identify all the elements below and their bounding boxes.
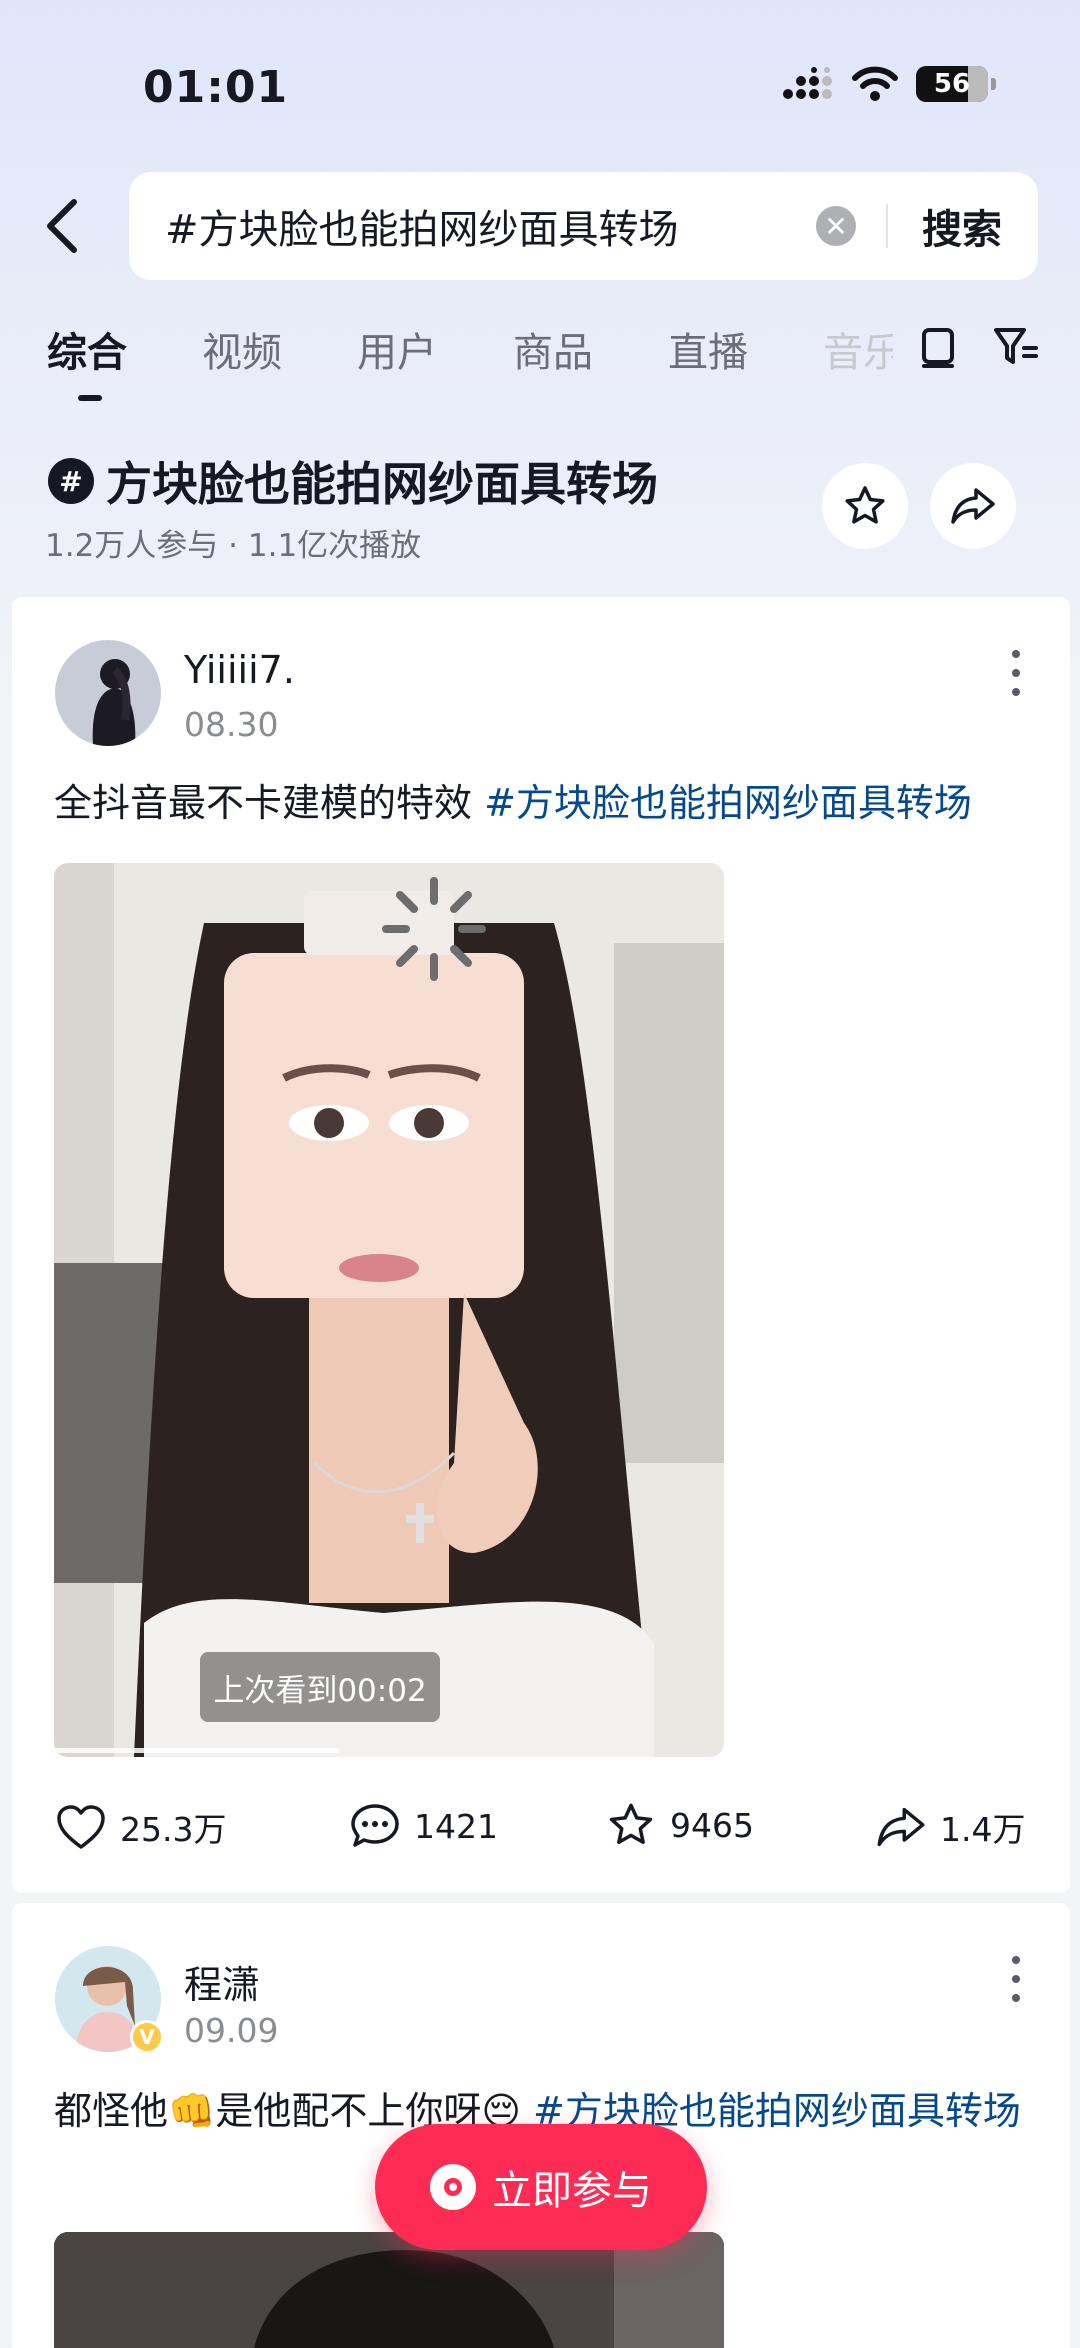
share-topic-button[interactable] bbox=[930, 463, 1016, 549]
status-time: 01:01 bbox=[143, 62, 289, 113]
post-username[interactable]: Yiiiii7. bbox=[184, 648, 295, 692]
signal-icon bbox=[783, 67, 832, 99]
tab-video[interactable]: 视频 bbox=[202, 320, 282, 378]
tab-music[interactable]: 音乐 bbox=[823, 320, 893, 378]
more-dots-icon bbox=[1012, 1956, 1020, 1964]
layout-icon bbox=[922, 328, 954, 368]
back-button[interactable] bbox=[36, 190, 88, 262]
share-button[interactable]: 1.4万 bbox=[876, 1803, 1025, 1851]
post-date: 08.30 bbox=[184, 705, 279, 744]
verified-badge-icon: V bbox=[130, 2020, 164, 2054]
more-dots-icon bbox=[1012, 650, 1020, 658]
active-tab-indicator bbox=[78, 395, 102, 401]
star-icon bbox=[845, 486, 885, 524]
close-icon: ✕ bbox=[824, 209, 848, 243]
topic-stats: 1.2万人参与 · 1.1亿次播放 bbox=[45, 528, 422, 564]
caption-hashtag[interactable]: #方块脸也能拍网纱面具转场 bbox=[484, 781, 972, 825]
resume-playback-badge: 上次看到00:02 bbox=[200, 1652, 440, 1722]
post-username[interactable]: 程潇 bbox=[184, 1954, 260, 2009]
tab-products[interactable]: 商品 bbox=[513, 320, 593, 378]
join-now-button[interactable]: 立即参与 bbox=[375, 2124, 707, 2250]
battery-icon: 56 bbox=[916, 66, 996, 102]
comment-count: 1421 bbox=[414, 1806, 498, 1846]
share-icon bbox=[951, 488, 995, 524]
battery-level: 56 bbox=[933, 69, 971, 99]
clear-search-button[interactable]: ✕ bbox=[816, 206, 856, 246]
comment-button[interactable]: 1421 bbox=[350, 1803, 498, 1849]
like-button[interactable]: 25.3万 bbox=[56, 1803, 226, 1851]
more-options-button[interactable] bbox=[1006, 650, 1026, 696]
post-date: 09.09 bbox=[184, 2011, 279, 2050]
star-icon bbox=[609, 1803, 653, 1844]
hashtag-icon: # bbox=[48, 458, 94, 504]
share-count: 1.4万 bbox=[940, 1810, 1026, 1849]
topic-title: # 方块脸也能拍网纱面具转场 bbox=[48, 448, 658, 514]
tab-comprehensive[interactable]: 综合 bbox=[47, 320, 127, 378]
status-icons: 56 bbox=[782, 66, 996, 102]
search-button[interactable]: 搜索 bbox=[922, 197, 1002, 255]
like-count: 25.3万 bbox=[120, 1810, 227, 1849]
post-video-thumbnail[interactable] bbox=[54, 863, 724, 1757]
search-bar[interactable]: #方块脸也能拍网纱面具转场 ✕ 搜索 bbox=[129, 172, 1038, 280]
layout-toggle-button[interactable] bbox=[914, 322, 962, 370]
topic-title-text: 方块脸也能拍网纱面具转场 bbox=[106, 457, 658, 511]
wifi-icon bbox=[852, 66, 898, 101]
caption-text: 全抖音最不卡建模的特效 bbox=[54, 781, 485, 825]
post-caption: 全抖音最不卡建模的特效 #方块脸也能拍网纱面具转场 bbox=[54, 772, 1034, 834]
avatar[interactable] bbox=[55, 640, 161, 746]
chevron-left-icon bbox=[47, 199, 77, 253]
tab-users[interactable]: 用户 bbox=[357, 320, 437, 378]
filter-icon bbox=[994, 328, 1038, 364]
search-divider bbox=[886, 204, 888, 248]
filter-button[interactable] bbox=[992, 322, 1040, 370]
more-options-button[interactable] bbox=[1006, 1956, 1026, 2002]
join-button-label: 立即参与 bbox=[492, 2168, 652, 2214]
tab-live[interactable]: 直播 bbox=[668, 320, 748, 378]
video-frame-image bbox=[54, 863, 724, 1757]
camera-icon bbox=[430, 2164, 476, 2210]
watch-progress-bar bbox=[54, 1748, 339, 1753]
favorite-count: 9465 bbox=[670, 1805, 754, 1845]
share-icon bbox=[877, 1807, 925, 1847]
comment-icon bbox=[351, 1804, 399, 1847]
search-input[interactable]: #方块脸也能拍网纱面具转场 bbox=[165, 197, 816, 255]
favorite-button[interactable]: 9465 bbox=[606, 1801, 754, 1849]
avatar-image bbox=[55, 640, 161, 746]
favorite-topic-button[interactable] bbox=[822, 463, 908, 549]
heart-icon bbox=[57, 1805, 105, 1849]
